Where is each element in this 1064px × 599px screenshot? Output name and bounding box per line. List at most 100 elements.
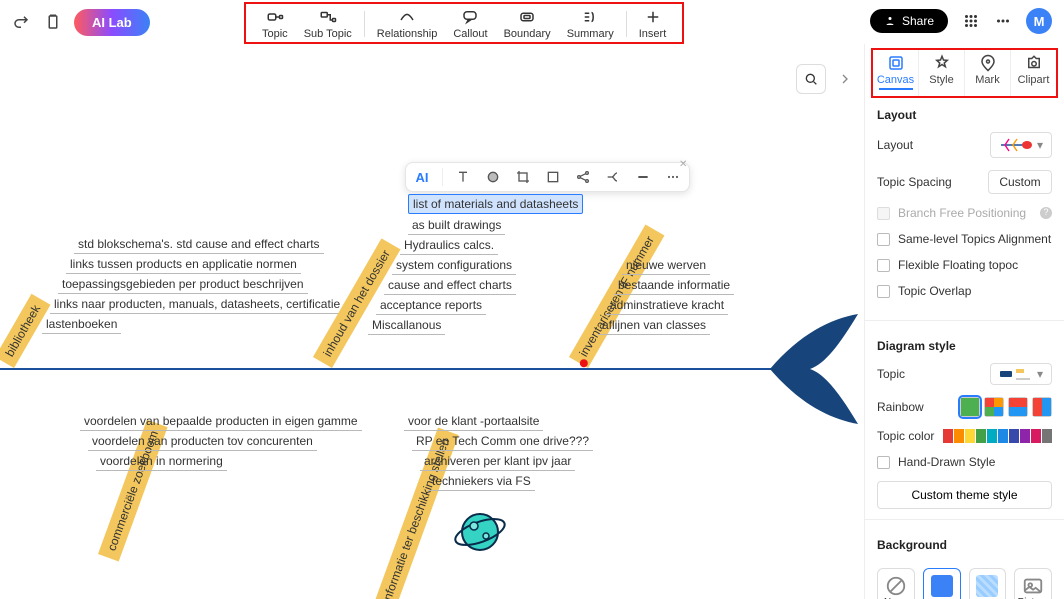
leaf-node[interactable]: Hydraulics calcs. [400, 236, 498, 255]
same-level-checkbox[interactable]: Same-level Topics Alignment [877, 232, 1052, 246]
search-button[interactable] [796, 64, 826, 94]
rainbow-opt-2[interactable] [984, 397, 1004, 417]
bg-opt-none[interactable]: None [877, 568, 915, 599]
rainbow-options [960, 397, 1052, 417]
node-text-button[interactable] [453, 167, 473, 187]
tool-relationship[interactable]: Relationship [369, 6, 446, 42]
insert-toolbar: Topic Sub Topic Relationship Callout Bou… [244, 2, 684, 44]
bg-opt-texture[interactable]: Textur [969, 568, 1007, 599]
branch-free-checkbox: Branch Free Positioning? [877, 206, 1052, 220]
spacing-label: Topic Spacing [877, 175, 952, 189]
node-crop-button[interactable] [513, 167, 533, 187]
color-swatch[interactable] [954, 429, 964, 443]
leaf-node[interactable]: as built drawings [408, 216, 505, 235]
tool-subtopic[interactable]: Sub Topic [296, 6, 360, 42]
node-share-button[interactable] [573, 167, 593, 187]
node-line-button[interactable] [633, 167, 653, 187]
same-level-label: Same-level Topics Alignment [898, 232, 1051, 246]
leaf-node[interactable]: voordelen in normering [96, 452, 227, 471]
redo-icon[interactable] [12, 13, 30, 31]
topic-color-strip[interactable] [943, 429, 1052, 443]
leaf-node[interactable]: techniekers via FS [428, 472, 535, 491]
leaf-node[interactable]: lastenboeken [42, 315, 121, 334]
fishbone-head [770, 314, 860, 424]
panel-tabs: Canvas Style Mark Clipart [871, 48, 1058, 98]
leaf-node[interactable]: Miscallanous [368, 316, 445, 335]
node-ai-button[interactable]: AI [412, 167, 432, 187]
layout-section: Layout Layout ▾ Topic Spacing Custom Bra… [865, 98, 1064, 316]
color-swatch[interactable] [1009, 429, 1019, 443]
toolbar-separator [626, 11, 627, 37]
ai-lab-button[interactable]: AI Lab [74, 9, 150, 36]
diagram-style-section: Diagram style Topic ▾ Rainbow Topic colo… [865, 329, 1064, 515]
color-swatch[interactable] [976, 429, 986, 443]
spacing-select[interactable]: Custom [988, 170, 1052, 194]
hand-drawn-label: Hand-Drawn Style [898, 455, 995, 469]
tool-relationship-label: Relationship [377, 28, 438, 40]
separator [865, 519, 1064, 520]
tab-mark[interactable]: Mark [964, 50, 1010, 96]
color-swatch[interactable] [1031, 429, 1041, 443]
color-swatch[interactable] [1042, 429, 1052, 443]
leaf-node[interactable]: voordelen van bepaalde producten in eige… [80, 412, 362, 431]
leaf-node[interactable]: toepassingsgebieden per product beschrij… [58, 275, 308, 294]
node-branch-button[interactable] [603, 167, 623, 187]
leaf-node[interactable]: system configurations [392, 256, 516, 275]
tool-topic[interactable]: Topic [254, 6, 296, 42]
rainbow-opt-1[interactable] [960, 397, 980, 417]
hand-drawn-checkbox[interactable]: Hand-Drawn Style [877, 455, 1052, 469]
color-swatch[interactable] [1020, 429, 1030, 443]
canvas[interactable]: AI ✕ bibliotheekstd blokschema's. std ca… [0, 44, 864, 599]
tool-callout[interactable]: Callout [445, 6, 495, 42]
separator [442, 168, 443, 186]
leaf-node[interactable]: bestaande informatie [614, 276, 734, 295]
node-toolbar-close[interactable]: ✕ [679, 159, 693, 173]
color-swatch[interactable] [965, 429, 975, 443]
leaf-node[interactable]: adminstratieve kracht [606, 296, 728, 315]
clipboard-icon[interactable] [44, 13, 62, 31]
leaf-node[interactable]: links tussen products en applicatie norm… [66, 255, 301, 274]
leaf-node[interactable]: voor de klant -portaalsite [404, 412, 543, 431]
leaf-node[interactable]: cause and effect charts [384, 276, 516, 295]
leaf-node[interactable]: links naar producten, manuals, datasheet… [50, 295, 344, 314]
color-swatch[interactable] [998, 429, 1008, 443]
tool-boundary[interactable]: Boundary [496, 6, 559, 42]
more-icon[interactable] [994, 12, 1012, 30]
leaf-node[interactable]: RP en Tech Comm one drive??? [412, 432, 593, 451]
leaf-node[interactable]: archiveren per klant ipv jaar [420, 452, 575, 471]
leaf-node[interactable]: list of materials and datasheets [408, 194, 583, 214]
node-shape-button[interactable] [543, 167, 563, 187]
leaf-node[interactable]: std blokschema's. std cause and effect c… [74, 235, 324, 254]
node-toolbar: AI ✕ [405, 162, 690, 192]
tool-summary[interactable]: Summary [559, 6, 622, 42]
planet-clipart[interactable] [452, 504, 508, 560]
leaf-node[interactable]: nieuwe werven [622, 256, 710, 275]
leaf-node[interactable]: acceptance reports [376, 296, 486, 315]
color-swatch[interactable] [943, 429, 953, 443]
panel-collapse-icon[interactable] [836, 70, 854, 88]
bg-opt-picture[interactable]: Picture [1014, 568, 1052, 599]
apps-icon[interactable] [962, 12, 980, 30]
leaf-node[interactable]: voordelen van producten tov concurenten [88, 432, 317, 451]
tab-mark-label: Mark [975, 74, 999, 86]
tool-insert[interactable]: Insert [631, 6, 675, 42]
node-style-button[interactable] [483, 167, 503, 187]
overlap-label: Topic Overlap [898, 284, 971, 298]
rainbow-opt-3[interactable] [1008, 397, 1028, 417]
share-button[interactable]: Share [870, 9, 948, 33]
layout-picker[interactable]: ▾ [990, 132, 1052, 158]
rainbow-opt-4[interactable] [1032, 397, 1052, 417]
leaf-node[interactable]: aflijnen van classes [598, 316, 710, 335]
tab-clipart[interactable]: Clipart [1010, 50, 1056, 96]
tab-style[interactable]: Style [918, 50, 964, 96]
custom-theme-button[interactable]: Custom theme style [877, 481, 1052, 509]
bg-opt-color[interactable]: Color [923, 568, 961, 599]
avatar[interactable]: M [1026, 8, 1052, 34]
tab-canvas[interactable]: Canvas [873, 50, 918, 96]
overlap-checkbox[interactable]: Topic Overlap [877, 284, 1052, 298]
topic-style-picker[interactable]: ▾ [990, 363, 1052, 385]
color-swatch[interactable] [987, 429, 997, 443]
tab-canvas-label: Canvas [877, 74, 914, 86]
toolbar-separator [364, 11, 365, 37]
flexible-checkbox[interactable]: Flexible Floating topoc [877, 258, 1052, 272]
